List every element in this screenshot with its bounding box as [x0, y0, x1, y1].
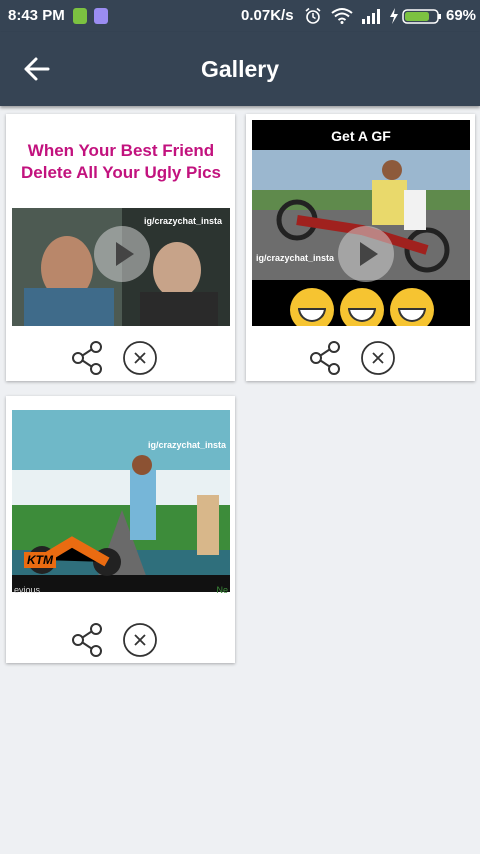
gallery-card-2[interactable]: Get A GF ig/crazychat_insta	[246, 114, 475, 381]
watermark-text: ig/crazychat_insta	[256, 253, 335, 263]
meme-caption: Get A GF	[331, 128, 391, 144]
network-speed: 0.07K/s	[241, 7, 294, 24]
laughing-emoji-icon	[390, 288, 434, 326]
previous-label: evious	[14, 585, 41, 595]
signal-icon	[362, 9, 380, 24]
gallery-card-3[interactable]: ig/crazychat_insta KTM evious Ne	[6, 396, 235, 663]
laughing-emoji-icon	[340, 288, 384, 326]
page-title: Gallery	[201, 56, 279, 82]
delete-close-icon[interactable]	[122, 622, 158, 658]
sim-icon	[73, 8, 87, 24]
app-bar: Gallery	[0, 32, 480, 106]
share-icon[interactable]	[70, 622, 106, 658]
charging-icon	[390, 8, 398, 24]
app-notification-icon	[94, 8, 108, 24]
battery-icon	[402, 9, 441, 24]
delete-close-icon[interactable]	[122, 340, 158, 376]
battery-percent: 69%	[446, 7, 477, 24]
video-thumbnail[interactable]: ig/crazychat_insta KTM evious Ne	[12, 402, 230, 608]
wifi-icon	[331, 8, 353, 24]
gallery-card-1[interactable]: When Your Best Friend Delete All Your Ug…	[6, 114, 235, 381]
status-time: 8:43 PM	[8, 7, 65, 24]
laughing-emoji-icon	[290, 288, 334, 326]
video-thumbnail[interactable]: Get A GF ig/crazychat_insta	[252, 120, 470, 326]
share-icon[interactable]	[70, 340, 106, 376]
delete-close-icon[interactable]	[360, 340, 396, 376]
brand-logo: KTM	[24, 552, 56, 568]
play-icon[interactable]	[338, 226, 394, 282]
play-icon[interactable]	[94, 226, 150, 282]
alarm-icon	[305, 7, 321, 24]
watermark-text: ig/crazychat_insta	[143, 216, 222, 226]
video-thumbnail[interactable]: When Your Best Friend Delete All Your Ug…	[12, 120, 230, 326]
meme-caption-line1: When Your Best Friend	[27, 141, 215, 160]
status-bar: 8:43 PM 0.07K/s 69%	[0, 0, 480, 32]
next-label: Ne	[216, 585, 228, 595]
meme-caption-line2: Delete All Your Ugly Pics	[21, 163, 221, 182]
share-icon[interactable]	[308, 340, 344, 376]
watermark-text: ig/crazychat_insta	[147, 440, 226, 450]
